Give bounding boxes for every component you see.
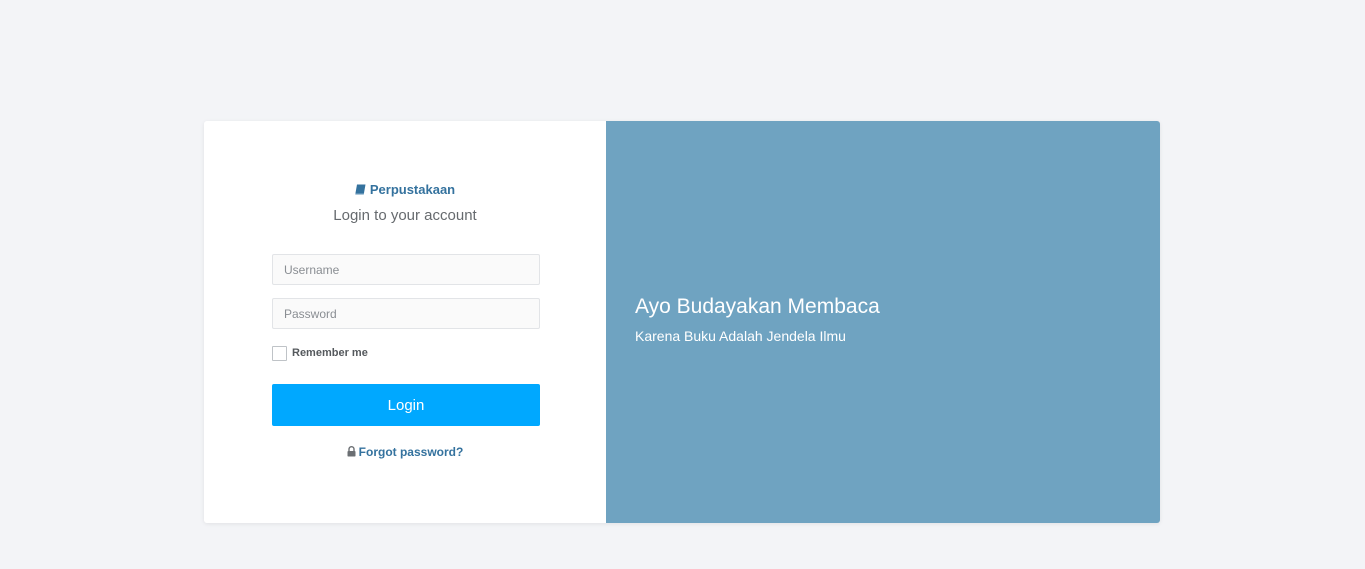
login-subtitle: Login to your account	[333, 207, 477, 224]
login-card: Perpustakaan Login to your account Remem…	[204, 121, 1160, 523]
hero-headline: Ayo Budayakan Membaca	[635, 295, 880, 318]
login-panel: Perpustakaan Login to your account Remem…	[204, 121, 606, 523]
forgot-password: Forgot password?	[204, 445, 606, 460]
brand-name: Perpustakaan	[369, 182, 456, 197]
hero-panel: Ayo Budayakan Membaca Karena Buku Adalah…	[606, 121, 1160, 523]
remember-me-checkbox[interactable]	[272, 345, 287, 361]
login-button[interactable]: Login	[272, 384, 540, 426]
brand: Perpustakaan	[204, 182, 606, 198]
hero-tagline: Karena Buku Adalah Jendela Ilmu	[635, 328, 846, 344]
password-input[interactable]	[272, 298, 540, 329]
username-input[interactable]	[272, 254, 540, 285]
remember-me[interactable]: Remember me	[272, 345, 368, 361]
lock-icon	[347, 446, 356, 460]
book-icon	[355, 183, 366, 198]
remember-me-label: Remember me	[292, 347, 368, 359]
forgot-password-link[interactable]: Forgot password?	[359, 445, 464, 459]
